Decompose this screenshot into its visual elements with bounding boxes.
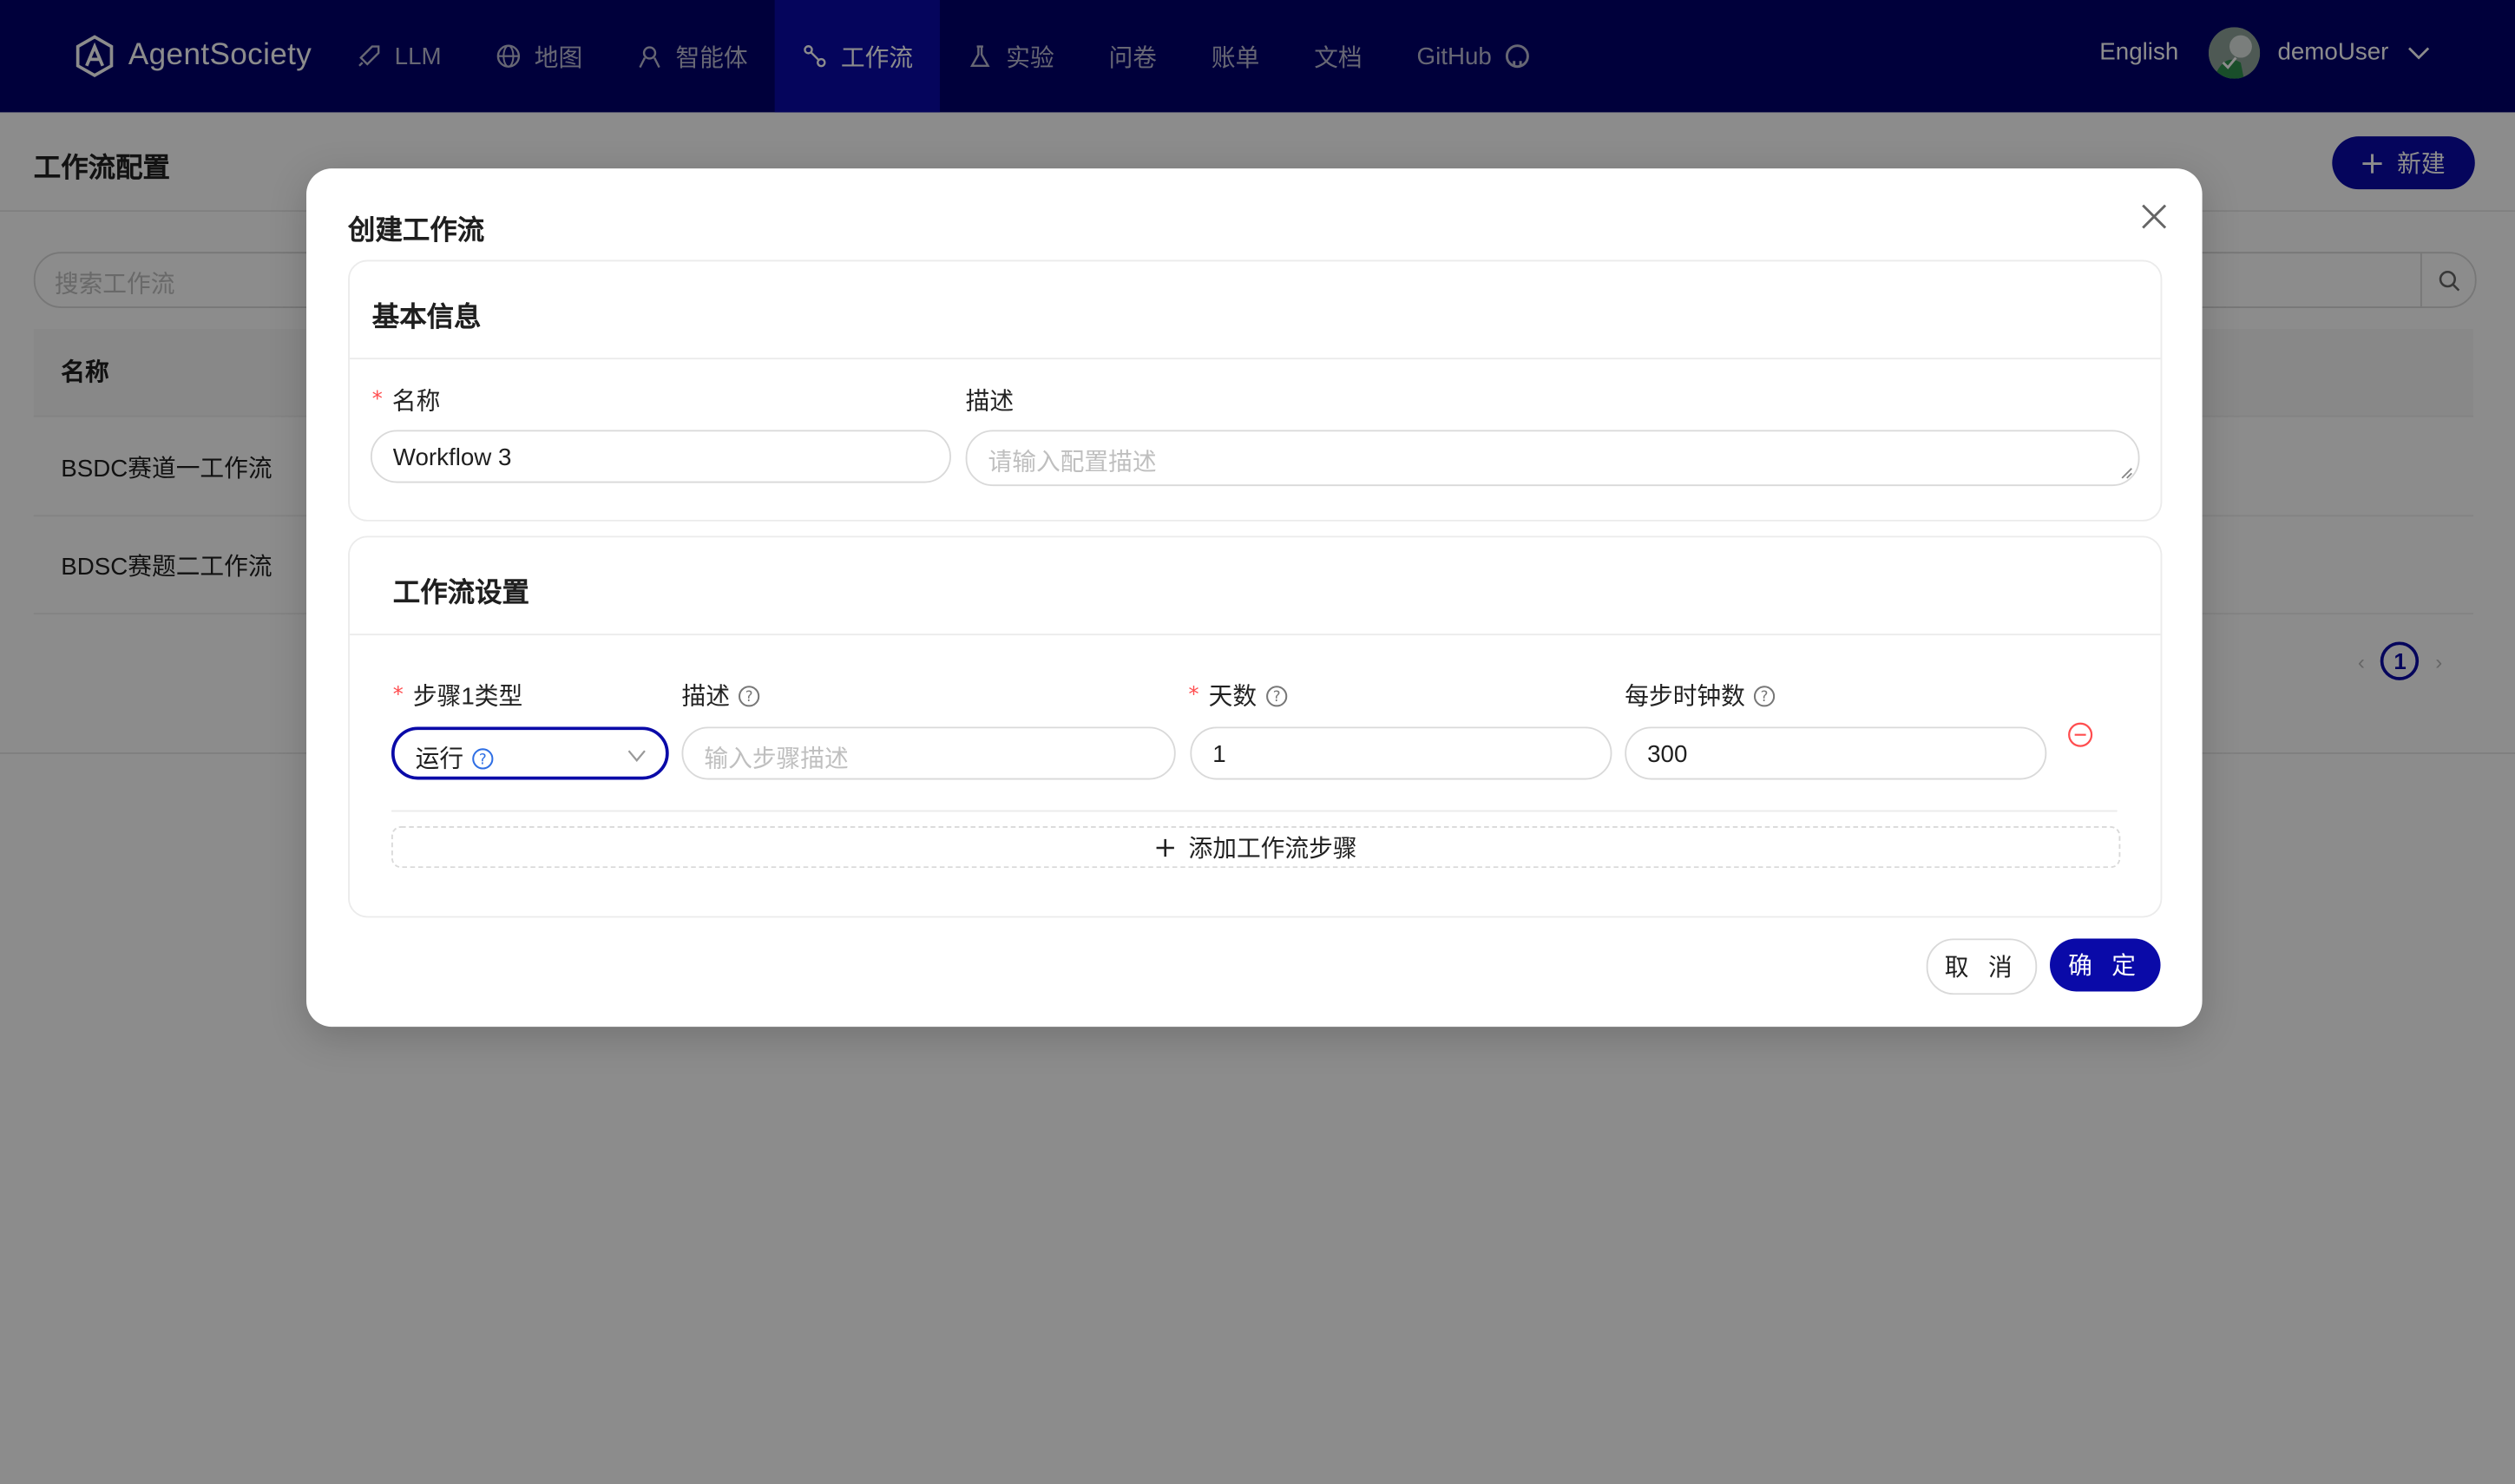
svg-text:?: ? — [1761, 687, 1769, 704]
workflow-settings-section: 工作流设置 * 步骤1类型 运行 ? 描述 ? 输入步骤描述 * 天数 ? 1 … — [348, 535, 2163, 918]
step-type-selected: 运行 ? — [416, 741, 495, 775]
chevron-down-icon — [627, 750, 646, 762]
ticks-per-step-label-text: 每步时钟数 — [1625, 683, 1745, 711]
section-title: 基本信息 — [371, 301, 482, 332]
description-placeholder: 请输入配置描述 — [988, 449, 1157, 477]
section-title: 工作流设置 — [392, 577, 529, 608]
step-description-label: 描述 ? — [681, 679, 760, 712]
help-icon[interactable]: ? — [738, 684, 760, 706]
description-label: 描述 — [966, 384, 1014, 417]
help-icon[interactable]: ? — [1264, 684, 1287, 706]
name-label-text: 名称 — [391, 388, 441, 416]
ticks-per-step-label: 每步时钟数 ? — [1625, 679, 1776, 712]
plus-icon — [1156, 837, 1174, 857]
basic-info-section: 基本信息 * 名称 Workflow 3 描述 请输入配置描述 — [348, 259, 2163, 522]
days-label: * 天数 ? — [1189, 679, 1288, 712]
section-divider — [349, 358, 2161, 360]
confirm-button[interactable]: 确 定 — [2050, 938, 2161, 992]
days-label-text: 天数 — [1208, 683, 1258, 711]
description-label-text: 描述 — [965, 388, 1015, 416]
name-value: Workflow 3 — [392, 444, 512, 472]
svg-text:?: ? — [479, 750, 487, 766]
step-type-label-text: 步骤1类型 — [412, 683, 523, 711]
modal-title: 创建工作流 — [348, 214, 485, 246]
ticks-per-step-value: 300 — [1647, 741, 1688, 769]
step-type-value: 运行 — [415, 745, 464, 774]
add-step-button[interactable]: 添加工作流步骤 — [391, 826, 2121, 869]
name-label: * 名称 — [372, 384, 441, 417]
resize-handle-icon[interactable] — [2120, 467, 2133, 480]
step-type-select[interactable]: 运行 ? — [391, 726, 669, 780]
required-mark: * — [392, 683, 404, 708]
step-type-label: * 步骤1类型 — [393, 679, 522, 712]
remove-step-icon[interactable] — [2067, 722, 2093, 748]
add-step-label: 添加工作流步骤 — [1188, 835, 1357, 863]
svg-text:?: ? — [745, 687, 753, 704]
close-icon[interactable] — [2138, 200, 2170, 233]
ticks-per-step-input[interactable]: 300 — [1625, 726, 2047, 780]
required-mark: * — [1188, 683, 1199, 708]
svg-text:?: ? — [1272, 687, 1280, 704]
days-input[interactable]: 1 — [1190, 726, 1612, 780]
description-textarea[interactable]: 请输入配置描述 — [965, 430, 2140, 487]
step-description-input[interactable]: 输入步骤描述 — [681, 726, 1176, 780]
section-divider — [349, 634, 2161, 636]
name-field[interactable]: Workflow 3 — [370, 430, 951, 483]
step-description-label-text: 描述 — [681, 683, 730, 711]
step-description-placeholder: 输入步骤描述 — [704, 745, 849, 774]
required-mark: * — [371, 388, 383, 413]
help-icon[interactable]: ? — [1753, 684, 1776, 706]
cancel-button[interactable]: 取 消 — [1926, 938, 2038, 995]
days-value: 1 — [1212, 741, 1226, 769]
help-icon[interactable]: ? — [471, 747, 494, 770]
step-divider — [391, 810, 2118, 812]
create-workflow-modal: 创建工作流 基本信息 * 名称 Workflow 3 描述 请输入配置描述 工作… — [306, 168, 2203, 1028]
